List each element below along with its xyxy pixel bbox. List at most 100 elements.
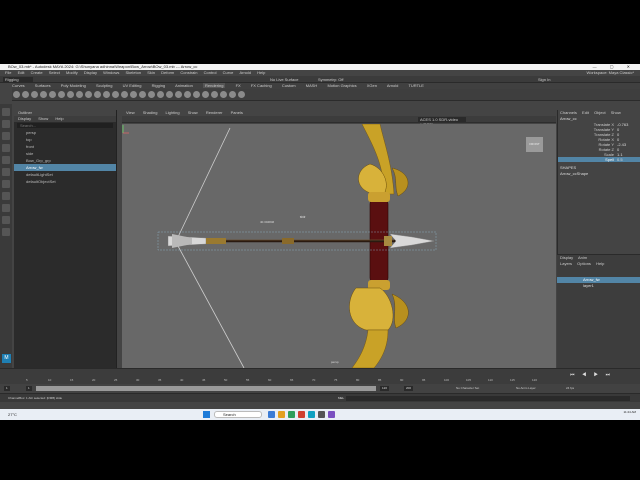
outliner-item-default-light-set[interactable]: defaultLightSet bbox=[14, 171, 116, 178]
shelf-tab-mash[interactable]: MASH bbox=[306, 83, 318, 88]
sphere-icon[interactable] bbox=[121, 91, 128, 98]
menu-arnold[interactable]: Arnold bbox=[239, 70, 251, 75]
outliner-item-persp[interactable]: persp bbox=[14, 129, 116, 136]
channel-menu-edit[interactable]: Edit bbox=[582, 110, 589, 115]
color-space-dropdown[interactable]: ACES 1.0 SDR-video (sRGB) bbox=[418, 117, 466, 127]
symmetry-label[interactable]: Symmetry: Off bbox=[318, 77, 343, 82]
layer-menu-options[interactable]: Options bbox=[577, 261, 591, 266]
layer-row-layer1[interactable]: layer1 bbox=[557, 283, 640, 289]
sphere-icon[interactable] bbox=[31, 91, 38, 98]
scale-tool-icon[interactable] bbox=[2, 168, 10, 176]
menu-create[interactable]: Create bbox=[31, 70, 43, 75]
sphere-icon[interactable] bbox=[139, 91, 146, 98]
viewport-menu-shading[interactable]: Shading bbox=[143, 110, 158, 115]
viewport-menu-show[interactable]: Show bbox=[188, 110, 198, 115]
sphere-icon[interactable] bbox=[112, 91, 119, 98]
weather-widget[interactable]: 27°C bbox=[8, 410, 17, 419]
menu-control[interactable]: Control bbox=[204, 70, 217, 75]
sphere-icon[interactable] bbox=[76, 91, 83, 98]
menu-skeleton[interactable]: Skeleton bbox=[126, 70, 142, 75]
menu-deform[interactable]: Deform bbox=[161, 70, 174, 75]
taskbar-search[interactable]: Search bbox=[214, 411, 262, 418]
start-time-field[interactable]: 1 bbox=[4, 386, 10, 391]
viewport-menu-lighting[interactable]: Lighting bbox=[166, 110, 180, 115]
layer-menu-layers[interactable]: Layers bbox=[560, 261, 572, 266]
rotate-tool-icon[interactable] bbox=[2, 156, 10, 164]
shelf-tab-arnold[interactable]: Arnold bbox=[387, 83, 399, 88]
sphere-icon[interactable] bbox=[184, 91, 191, 98]
search-icon[interactable] bbox=[2, 228, 10, 236]
menu-file[interactable]: File bbox=[5, 70, 11, 75]
view-cube[interactable]: FRONT bbox=[526, 137, 543, 152]
sphere-icon[interactable] bbox=[85, 91, 92, 98]
sphere-icon[interactable] bbox=[49, 91, 56, 98]
sphere-icon[interactable] bbox=[202, 91, 209, 98]
sphere-icon[interactable] bbox=[229, 91, 236, 98]
sign-in-button[interactable]: Sign In bbox=[538, 77, 550, 82]
sphere-icon[interactable] bbox=[67, 91, 74, 98]
layout-side-icon[interactable] bbox=[2, 204, 10, 212]
outliner-item-side[interactable]: side bbox=[14, 150, 116, 157]
sphere-icon[interactable] bbox=[22, 91, 29, 98]
sphere-icon[interactable] bbox=[13, 91, 20, 98]
shelf-tab-turtle[interactable]: TURTLE bbox=[408, 83, 423, 88]
shelf-tab-poly-modeling[interactable]: Poly Modeling bbox=[61, 83, 86, 88]
shelf-tab-rigging[interactable]: Rigging bbox=[152, 83, 166, 88]
shelf-tab-sculpting[interactable]: Sculpting bbox=[96, 83, 112, 88]
shelf-tab-rendering[interactable]: Rendering bbox=[202, 83, 226, 88]
layout-four-icon[interactable] bbox=[2, 192, 10, 200]
time-slider[interactable]: 5 10 15 20 25 30 35 40 45 50 55 60 65 70… bbox=[0, 368, 640, 384]
sphere-icon[interactable] bbox=[166, 91, 173, 98]
app-icon[interactable] bbox=[288, 411, 295, 418]
layer-tab-anim[interactable]: Anim bbox=[578, 255, 587, 260]
taskbar-clock[interactable]: 11:24 AM bbox=[612, 410, 636, 414]
outliner-item-bow-grp[interactable]: Bow_Grp_grp bbox=[14, 157, 116, 164]
outliner-item-front[interactable]: front bbox=[14, 143, 116, 150]
sphere-icon[interactable] bbox=[58, 91, 65, 98]
maya-taskbar-icon[interactable] bbox=[308, 411, 315, 418]
outliner-item-arrow[interactable]: Arrow_fw bbox=[14, 164, 116, 171]
menu-skin[interactable]: Skin bbox=[147, 70, 155, 75]
menu-windows[interactable]: Windows bbox=[103, 70, 119, 75]
layout-single-icon[interactable] bbox=[2, 180, 10, 188]
sphere-icon[interactable] bbox=[238, 91, 245, 98]
sphere-icon[interactable] bbox=[40, 91, 47, 98]
shelf-tab-motion-graphics[interactable]: Motion Graphics bbox=[327, 83, 356, 88]
viewport-menu-panels[interactable]: Panels bbox=[231, 110, 243, 115]
paint-select-icon[interactable] bbox=[2, 132, 10, 140]
outliner-item-top[interactable]: top bbox=[14, 136, 116, 143]
range-end-field[interactable]: 120 bbox=[380, 386, 390, 391]
viewport-menu-view[interactable]: View bbox=[126, 110, 135, 115]
shelf-tab-uv-editing[interactable]: UV Editing bbox=[123, 83, 142, 88]
lasso-tool-icon[interactable] bbox=[2, 120, 10, 128]
app-icon[interactable] bbox=[318, 411, 325, 418]
anim-layer-dropdown[interactable]: No Anim Layer bbox=[516, 386, 536, 391]
shelf-tab-fx-caching[interactable]: FX Caching bbox=[251, 83, 272, 88]
menu-help[interactable]: Help bbox=[257, 70, 265, 75]
layer-menu-help[interactable]: Help bbox=[596, 261, 604, 266]
shelf-tab-custom[interactable]: Custom bbox=[282, 83, 296, 88]
mel-label[interactable]: MEL bbox=[338, 396, 344, 401]
shelf-tab-surfaces[interactable]: Surfaces bbox=[35, 83, 51, 88]
mel-command-input[interactable] bbox=[346, 396, 630, 401]
sphere-icon[interactable] bbox=[130, 91, 137, 98]
layer-tab-display[interactable]: Display bbox=[560, 255, 573, 260]
folder-icon[interactable] bbox=[278, 411, 285, 418]
outliner-layout-icon[interactable] bbox=[2, 216, 10, 224]
app-icon[interactable] bbox=[328, 411, 335, 418]
outliner-item-default-object-set[interactable]: defaultObjectSet bbox=[14, 178, 116, 185]
end-time-field[interactable]: 200 bbox=[404, 386, 414, 391]
move-tool-icon[interactable] bbox=[2, 144, 10, 152]
menu-display[interactable]: Display bbox=[84, 70, 97, 75]
attr-spell[interactable]: Spell 0.5 bbox=[558, 157, 640, 162]
3d-viewport[interactable]: FRONT 40.304846 persp ⇔ bbox=[122, 124, 556, 368]
sphere-icon[interactable] bbox=[175, 91, 182, 98]
viewport-menu-renderer[interactable]: Renderer bbox=[206, 110, 223, 115]
menu-set-dropdown[interactable]: Rigging bbox=[3, 77, 33, 82]
outliner-menu-display[interactable]: Display bbox=[18, 116, 31, 121]
channel-menu-object[interactable]: Object bbox=[594, 110, 606, 115]
sphere-icon[interactable] bbox=[157, 91, 164, 98]
sphere-icon[interactable] bbox=[193, 91, 200, 98]
sphere-icon[interactable] bbox=[103, 91, 110, 98]
menu-modify[interactable]: Modify bbox=[66, 70, 78, 75]
